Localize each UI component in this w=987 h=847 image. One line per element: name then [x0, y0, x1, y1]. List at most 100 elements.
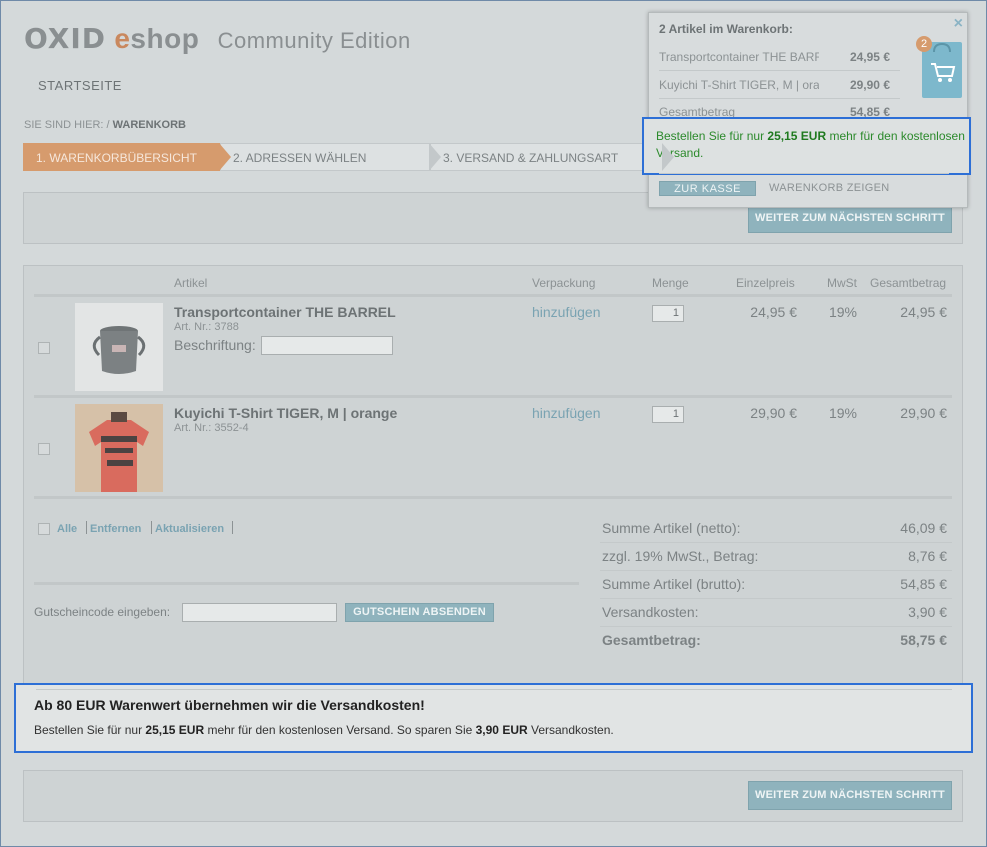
minibasket-item-name: Transportcontainer THE BARREL — [659, 50, 819, 64]
select-all-link[interactable]: Alle — [57, 523, 77, 535]
quantity-input[interactable]: 1 — [652, 406, 684, 423]
row-total: 29,90 € — [900, 405, 947, 421]
step-arrow — [662, 143, 674, 171]
breadcrumb: SIE SIND HIER: / WARENKORB — [24, 119, 186, 131]
packaging-add-link[interactable]: hinzufügen — [532, 405, 601, 421]
vat-rate: 19% — [828, 304, 857, 320]
divider — [34, 395, 952, 398]
notice-amount: 25,15 EUR — [145, 723, 205, 737]
show-cart-link[interactable]: WARENKORB ZEIGEN — [769, 182, 890, 194]
minibasket-item-name: Kuyichi T-Shirt TIGER, M | orange — [659, 78, 819, 92]
logo-oxid: OXID — [24, 22, 107, 55]
step-label: 2. ADRESSEN WÄHLEN — [233, 151, 367, 165]
free-shipping-notice: Ab 80 EUR Warenwert übernehmen wir die V… — [14, 683, 973, 753]
th-vat: MwSt — [827, 276, 857, 290]
divider — [34, 582, 579, 585]
notice-text-1: Bestellen Sie für nur — [34, 723, 143, 737]
label-input[interactable] — [261, 336, 393, 355]
divider — [34, 294, 952, 297]
divider — [659, 173, 949, 174]
shop-logo[interactable]: OXID eshop Community Edition — [24, 22, 411, 55]
step-shipping-payment[interactable]: 3. VERSAND & ZAHLUNGSART — [430, 143, 674, 171]
th-unit-price: Einzelpreis — [736, 276, 795, 290]
next-step-button-bottom[interactable]: WEITER ZUM NÄCHSTEN SCHRITT — [748, 781, 952, 810]
tshirt-picture — [75, 404, 163, 492]
free-text-1: Bestellen Sie für nur — [656, 129, 765, 143]
grand-total-value: 58,75 € — [900, 632, 947, 648]
th-quantity: Menge — [652, 276, 689, 290]
notice-text-3: Versandkosten. — [531, 723, 614, 737]
summary-value: 8,76 € — [908, 548, 947, 564]
next-step-button-top[interactable]: WEITER ZUM NÄCHSTEN SCHRITT — [748, 204, 952, 233]
summary-divider — [600, 542, 952, 543]
grand-total-label: Gesamtbetrag: — [602, 632, 701, 648]
quantity-input[interactable]: 1 — [652, 305, 684, 322]
barrel-picture — [75, 303, 163, 391]
vat-rate: 19% — [828, 405, 857, 421]
summary-label: Versandkosten: — [602, 604, 699, 620]
summary-value: 54,85 € — [900, 576, 947, 592]
summary-label: Summe Artikel (netto): — [602, 520, 741, 536]
minibasket-title: 2 Artikel im Warenkorb: — [659, 22, 793, 36]
th-article: Artikel — [174, 276, 208, 290]
cart-panel — [23, 265, 963, 751]
product-artno: Art. Nr.: 3788 — [174, 321, 239, 333]
step-label: 1. WARENKORBÜBERSICHT — [36, 151, 197, 165]
product-name[interactable]: Transportcontainer THE BARREL — [174, 304, 396, 320]
unit-price: 24,95 € — [750, 304, 797, 320]
summary-divider — [600, 626, 952, 627]
action-separator — [151, 521, 152, 534]
breadcrumb-prefix: SIE SIND HIER: / — [24, 119, 110, 131]
action-separator — [232, 521, 233, 534]
minibasket-item-price: 24,95 € — [849, 50, 890, 64]
notice-text-2: mehr für den kostenlosen Versand. So spa… — [207, 723, 473, 737]
row-checkbox[interactable] — [38, 342, 50, 354]
shopping-bag-icon[interactable]: 2 — [916, 36, 962, 98]
divider — [36, 689, 952, 690]
step-addresses[interactable]: 2. ADRESSEN WÄHLEN — [220, 143, 441, 171]
summary-label: zzgl. 19% MwSt., Betrag: — [602, 548, 759, 564]
free-amount: 25,15 EUR — [767, 129, 827, 143]
th-packaging: Verpackung — [532, 276, 596, 290]
product-image-tshirt[interactable] — [75, 404, 163, 492]
minibasket-item-price: 29,90 € — [849, 78, 890, 92]
update-link[interactable]: Aktualisieren — [155, 523, 224, 535]
packaging-add-link[interactable]: hinzufügen — [532, 304, 601, 320]
remove-link[interactable]: Entfernen — [90, 523, 141, 535]
row-total: 24,95 € — [900, 304, 947, 320]
nav-startseite[interactable]: STARTSEITE — [38, 78, 122, 93]
product-artno: Art. Nr.: 3552-4 — [174, 422, 249, 434]
cart-count-badge: 2 — [916, 36, 932, 52]
step-arrow — [429, 143, 441, 171]
breadcrumb-current: WARENKORB — [112, 119, 186, 131]
logo-edition: Community Edition — [217, 28, 411, 53]
close-icon[interactable]: × — [954, 15, 963, 33]
step-arrow — [219, 143, 231, 171]
voucher-submit-button[interactable]: GUTSCHEIN ABSENDEN — [345, 603, 494, 622]
summary-value: 46,09 € — [900, 520, 947, 536]
voucher-input[interactable] — [182, 603, 337, 622]
row-checkbox[interactable] — [38, 443, 50, 455]
voucher-label: Gutscheincode eingeben: — [34, 605, 171, 619]
summary-divider — [600, 598, 952, 599]
minibasket-free-shipping: Bestellen Sie für nur 25,15 EUR mehr für… — [642, 117, 971, 175]
divider — [34, 496, 952, 499]
product-name[interactable]: Kuyichi T-Shirt TIGER, M | orange — [174, 405, 397, 421]
divider — [659, 98, 900, 99]
step-cart-overview[interactable]: 1. WARENKORBÜBERSICHT — [23, 143, 231, 171]
product-image-barrel[interactable] — [75, 303, 163, 391]
divider — [659, 70, 900, 71]
checkout-button[interactable]: ZUR KASSE — [659, 181, 756, 196]
notice-saving: 3,90 EUR — [475, 723, 528, 737]
summary-label: Summe Artikel (brutto): — [602, 576, 746, 592]
free-shipping-heading: Ab 80 EUR Warenwert übernehmen wir die V… — [34, 697, 425, 713]
select-all-checkbox[interactable] — [38, 523, 50, 535]
logo-e: e — [114, 23, 131, 54]
checkout-steps: 1. WARENKORBÜBERSICHT 2. ADRESSEN WÄHLEN… — [23, 143, 674, 171]
free-shipping-text: Bestellen Sie für nur 25,15 EUR mehr für… — [34, 723, 614, 737]
summary-divider — [600, 570, 952, 571]
summary-value: 3,90 € — [908, 604, 947, 620]
th-total: Gesamtbetrag — [870, 276, 947, 290]
logo-shop: shop — [130, 23, 200, 54]
unit-price: 29,90 € — [750, 405, 797, 421]
